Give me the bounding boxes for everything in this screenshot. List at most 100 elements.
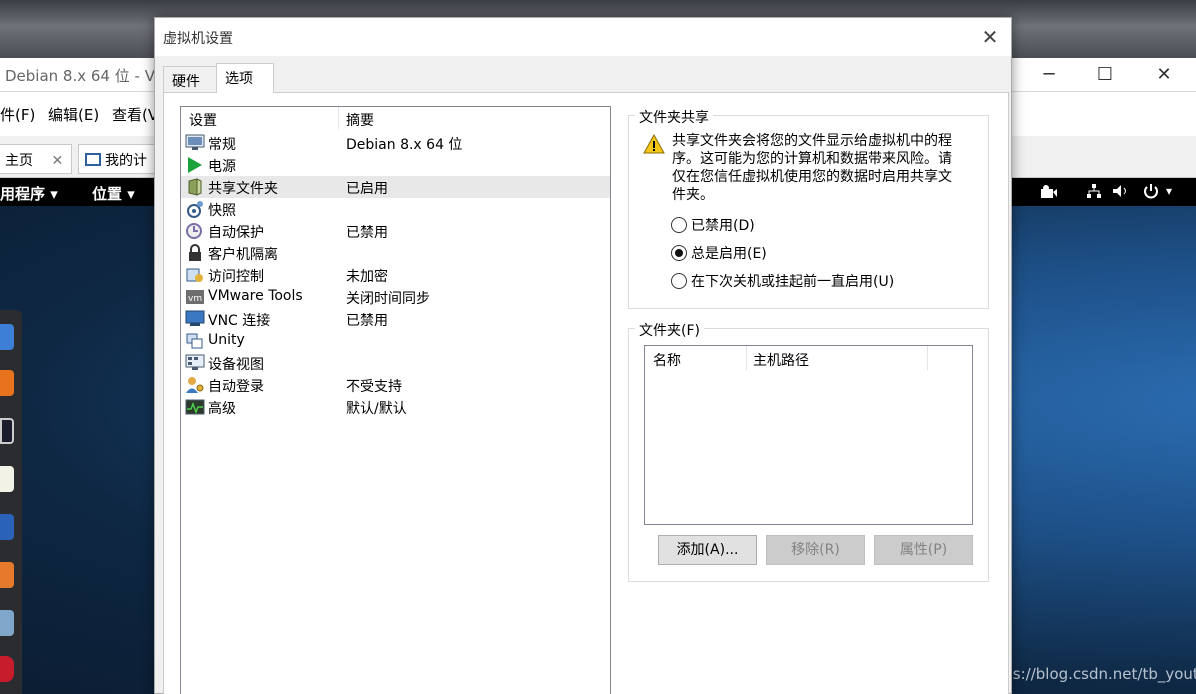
folder-sharing-group: 文件夹共享 共享文件夹会将您的文件显示给虚拟机中的程序。这可能为您的计算机和数据…: [628, 107, 989, 309]
cherry-icon[interactable]: [0, 656, 14, 682]
svg-text:vm: vm: [188, 294, 202, 304]
column-header-host-path[interactable]: 主机路径: [753, 350, 809, 370]
column-divider[interactable]: [746, 346, 747, 370]
software-icon[interactable]: [0, 562, 14, 588]
folders-group: 文件夹(F) 名称 主机路径 添加(A)... 移除(R) 属性(P): [628, 320, 989, 582]
unity-icon: [186, 333, 203, 349]
settings-row-summary: 已禁用: [346, 225, 388, 241]
network-icon[interactable]: [1086, 183, 1102, 199]
settings-row-label: 访问控制: [208, 269, 264, 285]
settings-row-label: 常规: [208, 137, 236, 153]
help-icon[interactable]: [0, 610, 14, 636]
column-divider[interactable]: [927, 346, 928, 370]
terminal-icon[interactable]: [0, 418, 14, 444]
warning-icon: [643, 134, 665, 154]
folders-table[interactable]: 名称 主机路径: [644, 345, 973, 525]
radio-button[interactable]: [671, 273, 687, 289]
monitor-icon: [185, 134, 205, 150]
column-header-summary[interactable]: 摘要: [346, 110, 374, 130]
volume-icon[interactable]: [1112, 183, 1130, 199]
settings-row-access-control[interactable]: 访问控制 未加密: [181, 264, 610, 286]
files-icon[interactable]: [0, 514, 14, 540]
settings-list: 设置 摘要 常规 Debian 8.x 64 位 电源 共享文件夹 已启用 快照…: [180, 106, 611, 694]
advanced-icon: [185, 399, 205, 415]
settings-row-summary: 已启用: [346, 181, 388, 197]
settings-row-shared-folders[interactable]: 共享文件夹 已启用: [181, 176, 610, 198]
text-editor-icon[interactable]: [0, 466, 14, 492]
column-header-setting[interactable]: 设置: [189, 110, 217, 130]
close-icon[interactable]: ✕: [975, 22, 1005, 52]
menu-view[interactable]: 查看(V: [112, 104, 158, 125]
settings-row-label: 快照: [208, 203, 236, 219]
tab-hardware[interactable]: 硬件: [163, 66, 217, 92]
vmware-window-title: Debian 8.x 64 位 - VM: [5, 67, 168, 85]
settings-row-device-view[interactable]: 设备视图: [181, 352, 610, 374]
list-header: 设置 摘要: [181, 107, 610, 131]
settings-row-summary: 关闭时间同步: [346, 291, 430, 307]
camera-icon[interactable]: [1040, 184, 1058, 200]
settings-row-label: Unity: [208, 332, 245, 348]
menu-edit[interactable]: 编辑(E): [48, 104, 99, 125]
settings-row-vmware-tools[interactable]: vm VMware Tools 关闭时间同步: [181, 286, 610, 308]
firefox-icon[interactable]: [0, 370, 14, 396]
properties-button[interactable]: 属性(P): [874, 535, 973, 565]
column-header-name[interactable]: 名称: [653, 350, 681, 370]
settings-row-label: 高级: [208, 401, 236, 417]
settings-row-general[interactable]: 常规 Debian 8.x 64 位: [181, 132, 610, 154]
menu-file[interactable]: 件(F): [0, 104, 35, 125]
settings-row-summary: 未加密: [346, 269, 388, 285]
settings-row-label: VNC 连接: [208, 313, 271, 329]
settings-row-guest-isolation[interactable]: 客户机隔离: [181, 242, 610, 264]
dock-app-icon[interactable]: [0, 324, 14, 350]
snapshot-icon: [187, 201, 203, 218]
column-divider[interactable]: [338, 107, 339, 129]
places-menu[interactable]: 位置 ▾: [92, 183, 135, 204]
add-button[interactable]: 添加(A)...: [658, 535, 757, 565]
applications-menu[interactable]: 用程序 ▾: [0, 183, 58, 204]
radio-label: 总是启用(E): [691, 246, 767, 262]
settings-row-vnc[interactable]: VNC 连接 已禁用: [181, 308, 610, 330]
settings-row-label: 设备视图: [208, 357, 264, 373]
shared-folder-icon: [188, 178, 202, 196]
settings-row-label: 共享文件夹: [208, 181, 278, 197]
tab-home-label: 主页: [5, 153, 33, 169]
close-icon[interactable]: ✕: [1141, 60, 1187, 90]
tab-options[interactable]: 选项: [216, 63, 274, 93]
dialog-title: 虚拟机设置: [163, 31, 233, 47]
remove-button[interactable]: 移除(R): [766, 535, 865, 565]
settings-row-autologin[interactable]: 自动登录 不受支持: [181, 374, 610, 396]
folder-sharing-warning: 共享文件夹会将您的文件显示给虚拟机中的程序。这可能为您的计算机和数据带来风险。请…: [672, 133, 952, 203]
settings-row-advanced[interactable]: 高级 默认/默认: [181, 396, 610, 418]
radio-label: 已禁用(D): [691, 218, 755, 234]
options-panel: 设置 摘要 常规 Debian 8.x 64 位 电源 共享文件夹 已启用 快照…: [163, 92, 1009, 694]
radio-button[interactable]: [671, 245, 687, 261]
autologin-icon: [186, 377, 204, 393]
tab-close-icon[interactable]: ✕: [51, 153, 63, 169]
settings-row-autoprotect[interactable]: 自动保护 已禁用: [181, 220, 610, 242]
vm-settings-dialog: 虚拟机设置 ✕ 硬件 选项 设置 摘要 常规 Debian 8.x 64 位 电…: [154, 17, 1012, 694]
power-icon[interactable]: [1142, 182, 1160, 200]
radio-button[interactable]: [671, 217, 687, 233]
tab-my-computer-label: 我的计: [105, 153, 147, 169]
folders-caption: 文件夹(F): [635, 320, 704, 340]
watermark: https://blog.csdn.net/tb_youth: [982, 665, 1196, 683]
guest-dock: [0, 310, 22, 694]
tab-my-computer[interactable]: 我的计: [78, 144, 158, 174]
settings-row-power[interactable]: 电源: [181, 154, 610, 176]
settings-row-snapshots[interactable]: 快照: [181, 198, 610, 220]
tab-home[interactable]: 主页 ✕: [0, 144, 72, 174]
maximize-icon[interactable]: ☐: [1082, 60, 1128, 90]
vmware-tools-icon: vm: [186, 290, 204, 304]
settings-row-summary: Debian 8.x 64 位: [346, 137, 463, 153]
radio-label: 在下次关机或挂起前一直启用(U): [691, 274, 895, 290]
folder-sharing-caption: 文件夹共享: [635, 107, 713, 127]
vnc-icon: [185, 310, 205, 326]
settings-row-label: 电源: [208, 159, 236, 175]
device-view-icon: [185, 354, 205, 370]
settings-row-label: VMware Tools: [208, 288, 303, 304]
minimize-icon[interactable]: ─: [1026, 60, 1072, 90]
chevron-down-icon[interactable]: ▾: [1166, 184, 1172, 198]
settings-row-label: 客户机隔离: [208, 247, 278, 263]
dialog-titlebar: 虚拟机设置 ✕: [155, 18, 1011, 56]
settings-row-unity[interactable]: Unity: [181, 330, 610, 352]
